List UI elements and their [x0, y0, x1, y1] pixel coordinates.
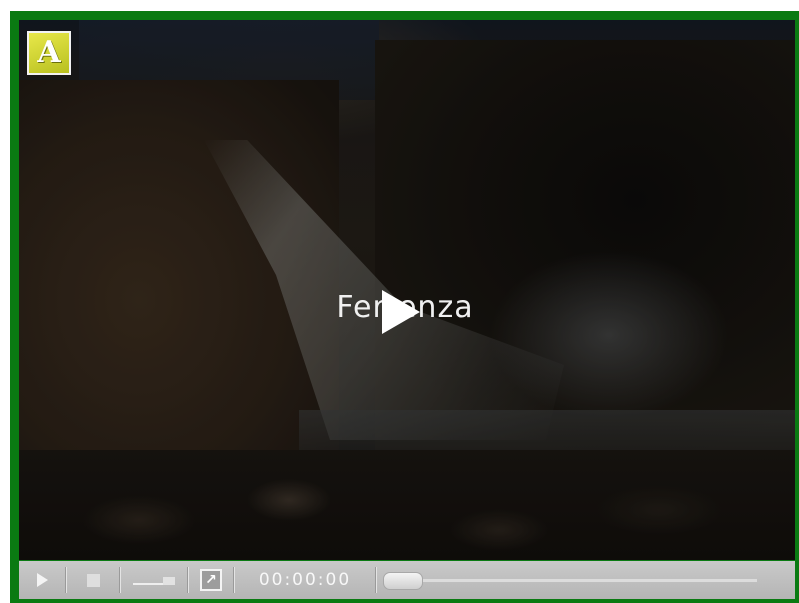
seek-bar[interactable]: [377, 561, 757, 599]
volume-icon: [133, 574, 175, 586]
time-display-wrap: 00:00:00: [235, 561, 375, 599]
control-bar: ↗ 00:00:00: [19, 561, 795, 599]
time-display: 00:00:00: [258, 570, 352, 590]
play-button[interactable]: [19, 561, 65, 599]
fullscreen-icon: ↗: [200, 569, 222, 591]
seek-thumb[interactable]: [383, 572, 423, 590]
big-play-icon[interactable]: [382, 290, 420, 334]
logo-badge: A: [27, 31, 71, 75]
seek-rail[interactable]: [383, 579, 757, 582]
play-icon: [36, 573, 48, 587]
badge-letter: A: [37, 35, 61, 70]
stop-icon: [86, 573, 100, 587]
stop-button[interactable]: [67, 561, 119, 599]
fullscreen-button[interactable]: ↗: [189, 561, 233, 599]
volume-control[interactable]: [121, 561, 187, 599]
